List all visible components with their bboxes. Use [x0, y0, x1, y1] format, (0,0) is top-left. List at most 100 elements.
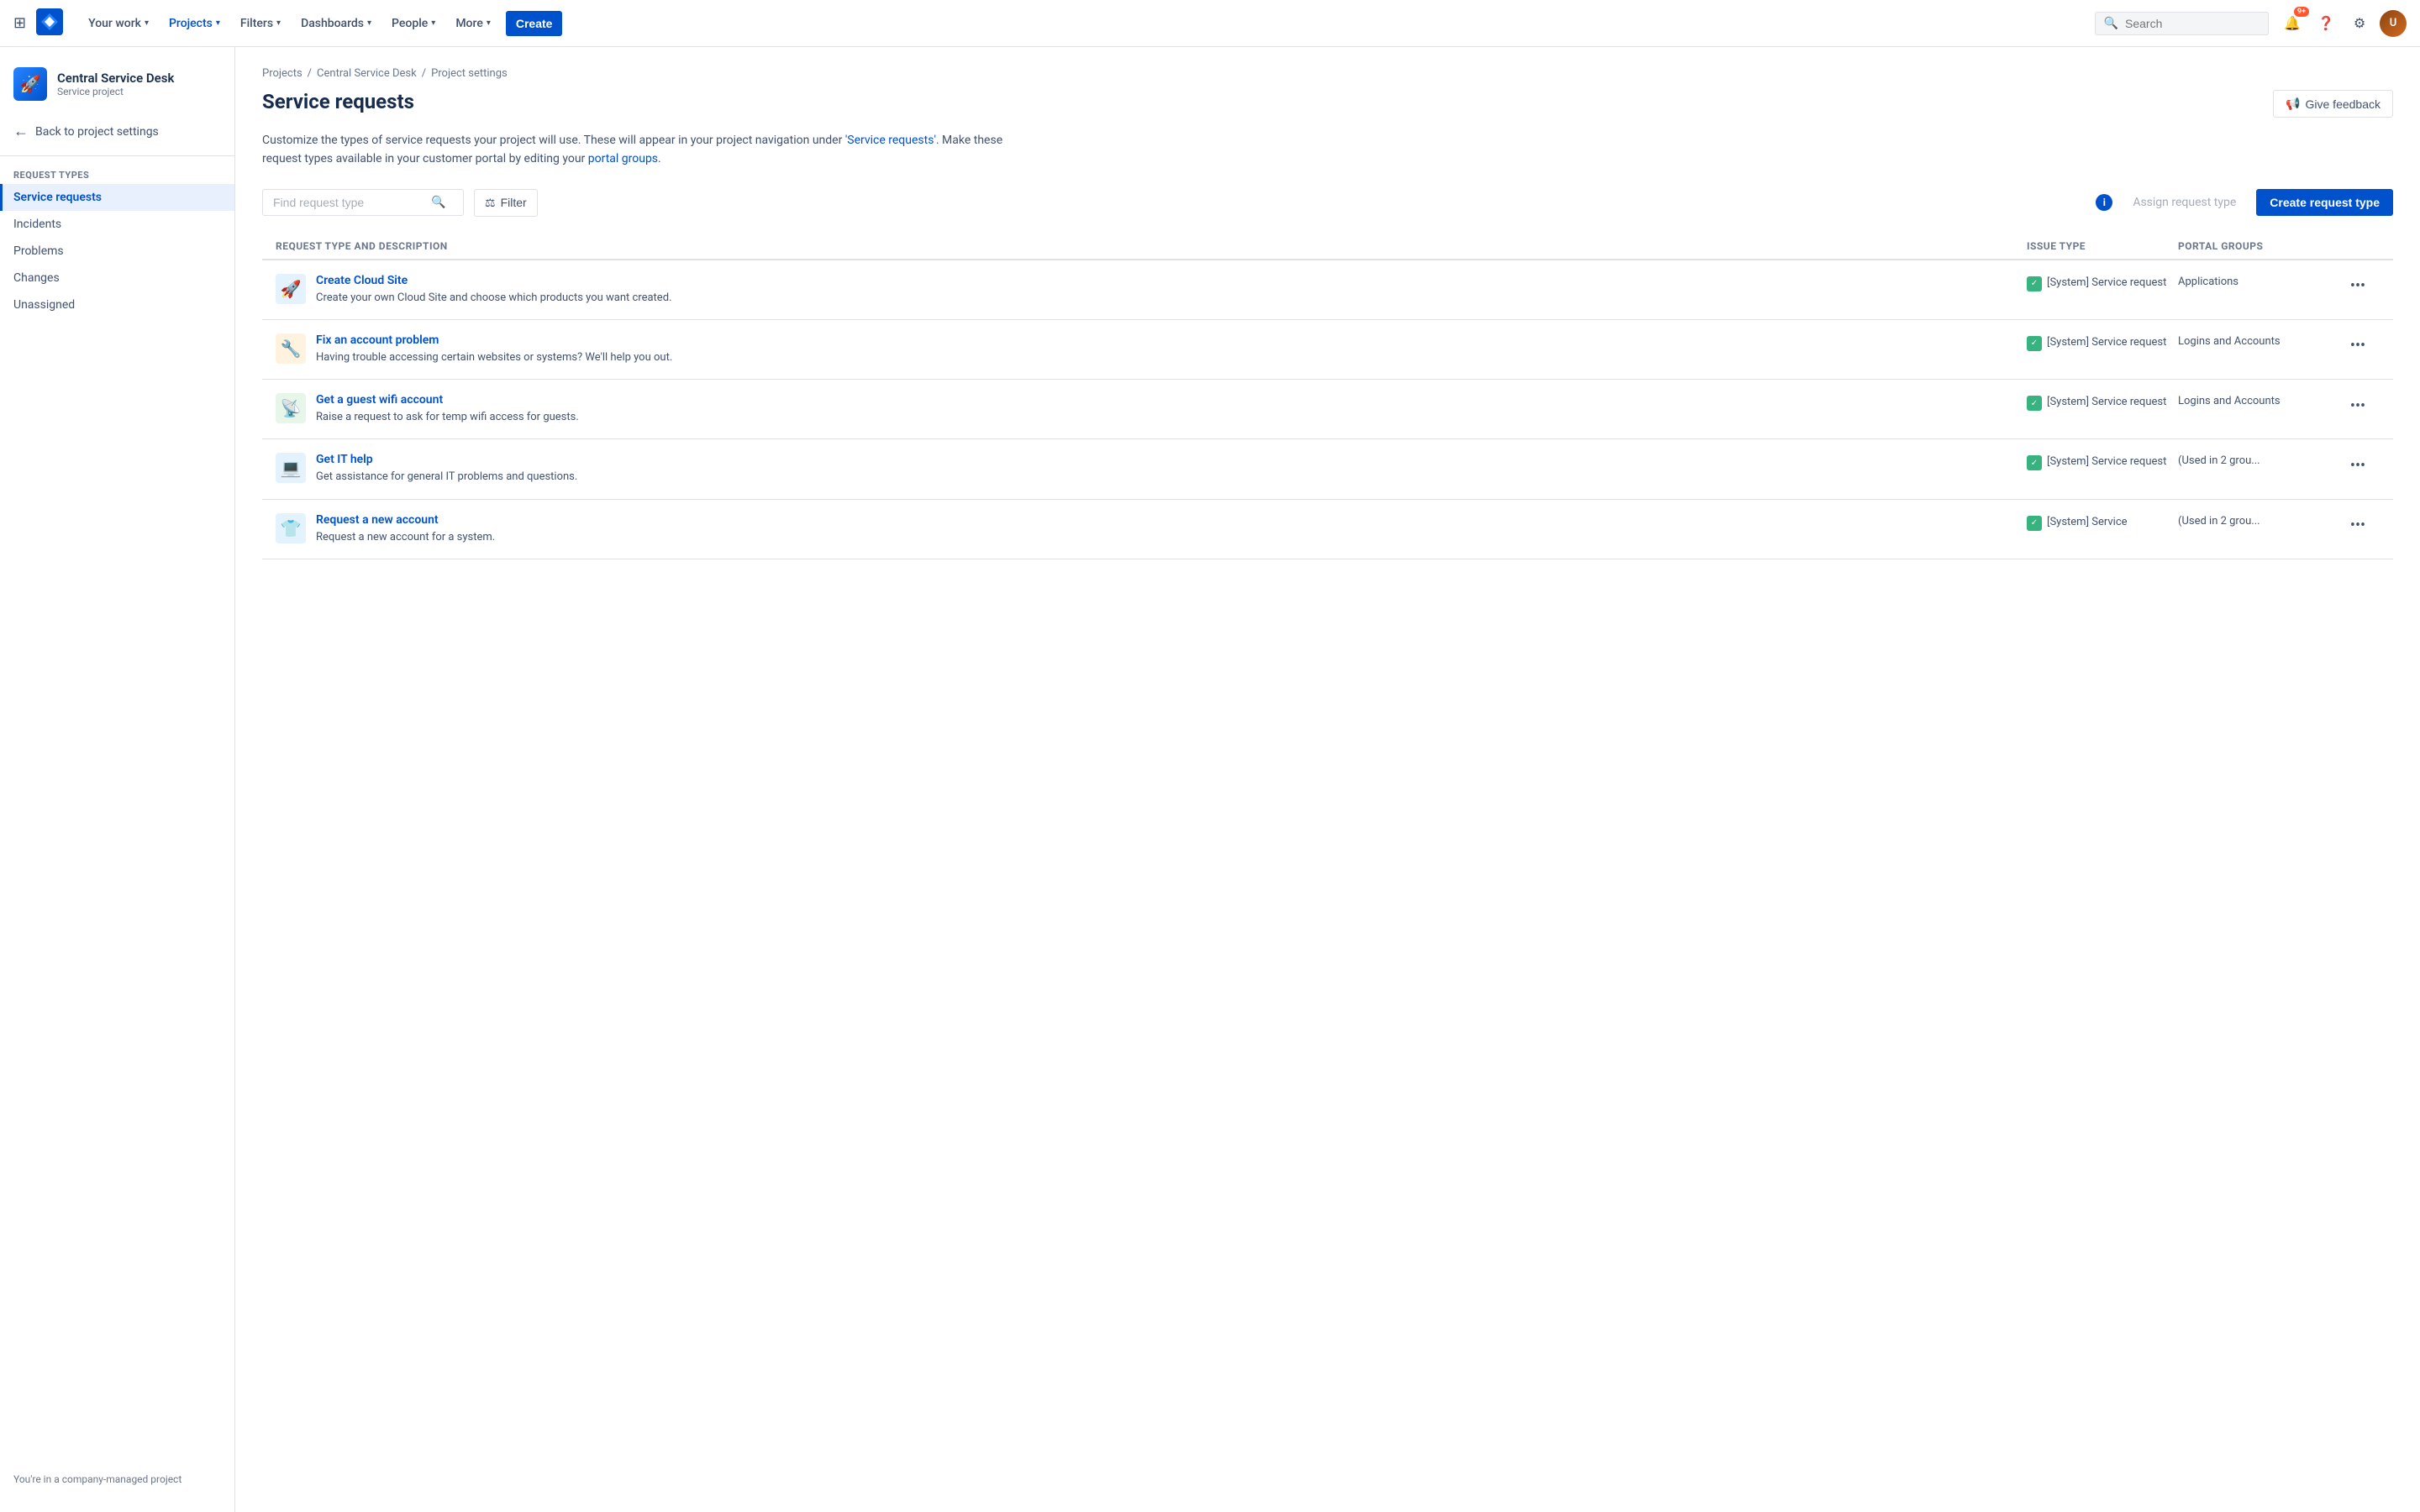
filter-button[interactable]: ⚖ Filter [474, 189, 538, 217]
notification-badge: 9+ [2294, 7, 2309, 17]
give-feedback-button[interactable]: 📢 Give feedback [2273, 90, 2393, 118]
issue-type-text: [System] Service request [2047, 335, 2166, 350]
request-text: Create Cloud Site Create your own Cloud … [316, 274, 671, 306]
nav-people[interactable]: People ▾ [383, 12, 444, 35]
nav-icons-group: 🔔 9+ ❓ ⚙ U [2279, 10, 2407, 37]
request-cell-main: 👕 Request a new account Request a new ac… [276, 513, 2027, 545]
search-input[interactable] [2125, 17, 2260, 30]
project-header: 🚀 Central Service Desk Service project [0, 60, 234, 114]
request-search-box[interactable]: 🔍 [262, 189, 464, 216]
issue-type-cell: ✓ [System] Service request [2027, 453, 2178, 470]
more-options-button[interactable]: ••• [2346, 513, 2370, 537]
create-request-type-button[interactable]: Create request type [2256, 189, 2393, 216]
find-request-input[interactable] [273, 196, 424, 209]
avatar[interactable]: U [2380, 10, 2407, 37]
breadcrumb-current: Project settings [431, 67, 508, 80]
sidebar: 🚀 Central Service Desk Service project ←… [0, 47, 235, 1512]
sidebar-footer: You're in a company-managed project [0, 1460, 234, 1499]
chevron-down-icon: ▾ [145, 18, 149, 28]
page-description: Customize the types of service requests … [262, 131, 1018, 169]
request-name[interactable]: Get IT help [316, 453, 577, 466]
page-header: Service requests 📢 Give feedback [262, 90, 2393, 118]
request-desc: Get assistance for general IT problems a… [316, 470, 577, 485]
request-name[interactable]: Create Cloud Site [316, 274, 671, 287]
issue-type-cell: ✓ [System] Service [2027, 513, 2178, 531]
breadcrumb-projects[interactable]: Projects [262, 67, 302, 80]
issue-type-cell: ✓ [System] Service request [2027, 393, 2178, 411]
nav-projects[interactable]: Projects ▾ [160, 12, 229, 35]
col-portal-groups: Portal groups [2178, 240, 2346, 252]
chevron-down-icon: ▾ [367, 18, 371, 28]
sidebar-item-unassigned[interactable]: Unassigned [0, 291, 234, 318]
gear-icon: ⚙ [2354, 15, 2365, 31]
more-options-button[interactable]: ••• [2346, 393, 2370, 417]
breadcrumb: Projects / Central Service Desk / Projec… [262, 67, 2393, 80]
notifications-button[interactable]: 🔔 9+ [2279, 10, 2306, 37]
grid-icon[interactable]: ⊞ [13, 14, 26, 32]
request-text: Get a guest wifi account Raise a request… [316, 393, 579, 425]
request-text: Get IT help Get assistance for general I… [316, 453, 577, 485]
request-icon: 🚀 [276, 274, 306, 304]
issue-type-text: [System] Service [2047, 515, 2128, 530]
nav-more[interactable]: More ▾ [447, 12, 499, 35]
issue-type-text: [System] Service request [2047, 454, 2166, 470]
page-layout: 🚀 Central Service Desk Service project ←… [0, 47, 2420, 1512]
filter-icon: ⚖ [485, 196, 496, 210]
portal-groups-text: Logins and Accounts [2178, 393, 2346, 407]
sidebar-item-service-requests[interactable]: Service requests [0, 184, 234, 211]
jira-logo[interactable] [36, 8, 63, 39]
portal-groups-text: Applications [2178, 274, 2346, 288]
more-options-button[interactable]: ••• [2346, 453, 2370, 476]
search-icon: 🔍 [431, 196, 445, 209]
service-requests-link[interactable]: 'Service requests' [845, 134, 936, 147]
service-request-icon: ✓ [2027, 516, 2042, 531]
issue-type-text: [System] Service request [2047, 276, 2166, 291]
issue-type-text: [System] Service request [2047, 395, 2166, 410]
chevron-down-icon: ▾ [216, 18, 220, 28]
top-navigation: ⊞ Your work ▾ Projects ▾ Filters ▾ Dashb… [0, 0, 2420, 47]
request-text: Fix an account problem Having trouble ac… [316, 333, 672, 365]
sidebar-item-incidents[interactable]: Incidents [0, 211, 234, 238]
search-box[interactable]: 🔍 [2095, 12, 2269, 35]
nav-dashboards[interactable]: Dashboards ▾ [292, 12, 380, 35]
assign-request-type-button[interactable]: Assign request type [2123, 190, 2246, 215]
issue-type-cell: ✓ [System] Service request [2027, 333, 2178, 351]
info-icon: i [2096, 194, 2112, 211]
portal-groups-text: Logins and Accounts [2178, 333, 2346, 348]
project-name: Central Service Desk [57, 71, 174, 86]
bell-icon: 🔔 [2284, 15, 2301, 31]
col-issue-type: Issue type [2027, 240, 2178, 252]
create-button[interactable]: Create [506, 11, 563, 36]
nav-your-work[interactable]: Your work ▾ [80, 12, 157, 35]
request-desc: Raise a request to ask for temp wifi acc… [316, 410, 579, 425]
sidebar-item-changes[interactable]: Changes [0, 265, 234, 291]
col-request-type: Request type and description [276, 240, 2027, 252]
request-desc: Request a new account for a system. [316, 530, 495, 545]
request-icon: 🔧 [276, 333, 306, 364]
request-icon: 💻 [276, 453, 306, 483]
request-type-list: 🚀 Create Cloud Site Create your own Clou… [262, 260, 2393, 559]
request-cell-main: 📡 Get a guest wifi account Raise a reque… [276, 393, 2027, 425]
more-options-button[interactable]: ••• [2346, 274, 2370, 297]
back-to-project-settings[interactable]: ← Back to project settings [0, 114, 234, 149]
request-name[interactable]: Get a guest wifi account [316, 393, 579, 407]
sidebar-item-problems[interactable]: Problems [0, 238, 234, 265]
nav-filters[interactable]: Filters ▾ [232, 12, 289, 35]
portal-groups-link[interactable]: portal groups [588, 152, 658, 165]
sidebar-divider [0, 155, 234, 156]
request-name[interactable]: Request a new account [316, 513, 495, 527]
search-icon: 🔍 [2104, 17, 2118, 30]
portal-groups-text: (Used in 2 grou... [2178, 453, 2346, 467]
service-request-icon: ✓ [2027, 276, 2042, 291]
settings-button[interactable]: ⚙ [2346, 10, 2373, 37]
more-options-button[interactable]: ••• [2346, 333, 2370, 357]
project-type: Service project [57, 86, 174, 97]
help-button[interactable]: ❓ [2312, 10, 2339, 37]
request-name[interactable]: Fix an account problem [316, 333, 672, 347]
project-icon: 🚀 [13, 67, 47, 101]
chevron-down-icon: ▾ [487, 18, 491, 28]
portal-groups-text: (Used in 2 grou... [2178, 513, 2346, 528]
breadcrumb-central-service-desk[interactable]: Central Service Desk [317, 67, 417, 80]
table-row: 🚀 Create Cloud Site Create your own Clou… [262, 260, 2393, 320]
service-request-icon: ✓ [2027, 336, 2042, 351]
